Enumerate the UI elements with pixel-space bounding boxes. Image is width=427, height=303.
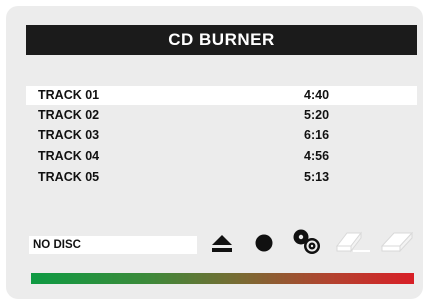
track-name: TRACK 05 <box>38 170 100 184</box>
track-duration: 6:16 <box>304 128 330 142</box>
record-button[interactable] <box>254 233 274 253</box>
track-row[interactable]: TRACK 03 6:16 <box>26 126 417 145</box>
window-title: CD BURNER <box>168 30 275 49</box>
track-name: TRACK 01 <box>38 88 100 102</box>
disc-status: NO DISC <box>29 236 197 254</box>
track-name: TRACK 04 <box>38 149 100 163</box>
eraser-icon <box>380 231 414 253</box>
disc-status-text: NO DISC <box>33 239 81 251</box>
track-row[interactable]: TRACK 01 4:40 <box>26 86 417 105</box>
title-bar: CD BURNER <box>26 25 417 55</box>
eject-icon <box>212 235 232 252</box>
track-name: TRACK 03 <box>38 128 100 142</box>
progress-bar <box>31 273 414 284</box>
burn-button[interactable] <box>292 228 324 256</box>
track-duration: 5:20 <box>304 108 330 122</box>
eject-button[interactable] <box>211 232 233 254</box>
track-name: TRACK 02 <box>38 108 100 122</box>
burn-disc-icon <box>293 229 320 254</box>
track-duration: 4:40 <box>304 88 330 102</box>
erase-button[interactable] <box>333 229 373 255</box>
erase-icon <box>335 231 370 253</box>
track-row[interactable]: TRACK 04 4:56 <box>26 147 417 166</box>
track-duration: 4:56 <box>304 149 330 163</box>
eraser-button[interactable] <box>380 229 416 255</box>
record-icon <box>255 234 273 252</box>
track-row[interactable]: TRACK 02 5:20 <box>26 106 417 125</box>
track-duration: 5:13 <box>304 170 330 184</box>
track-row[interactable]: TRACK 05 5:13 <box>26 168 417 187</box>
